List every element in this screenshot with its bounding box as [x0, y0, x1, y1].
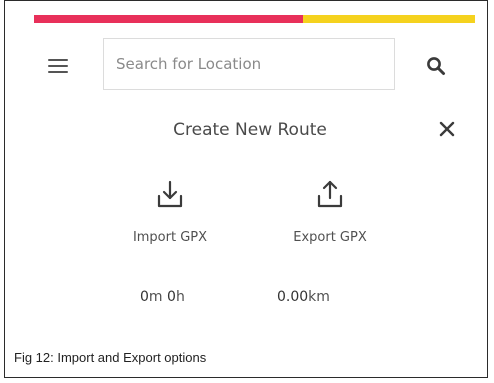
export-gpx-button[interactable]: Export GPX [270, 178, 390, 245]
export-gpx-label: Export GPX [293, 230, 367, 245]
search-field [103, 38, 395, 90]
route-distance: 0.00km [277, 289, 330, 305]
distance-value: 0.00 [277, 289, 309, 305]
duration-hours-value: 0 [167, 289, 176, 305]
figure-caption: Fig 12: Import and Export options [14, 350, 207, 365]
import-gpx-label: Import GPX [132, 230, 208, 245]
close-icon[interactable] [438, 120, 456, 138]
search-input[interactable] [104, 39, 394, 89]
download-icon [157, 180, 183, 208]
upload-icon [317, 180, 343, 208]
page-title: Create New Route [173, 120, 327, 140]
accent-bar-primary [34, 15, 303, 23]
distance-unit: km [308, 289, 330, 305]
import-gpx-button[interactable]: Import GPX [110, 178, 230, 245]
duration-minutes-value: 0 [140, 289, 149, 305]
accent-bar [34, 15, 475, 23]
hamburger-menu-icon[interactable] [48, 58, 68, 74]
search-icon[interactable] [426, 56, 446, 76]
accent-bar-secondary [303, 15, 475, 23]
duration-hours-unit: h [175, 289, 185, 305]
route-duration: 0m 0h [140, 289, 185, 305]
duration-minutes-unit: m [148, 289, 163, 305]
